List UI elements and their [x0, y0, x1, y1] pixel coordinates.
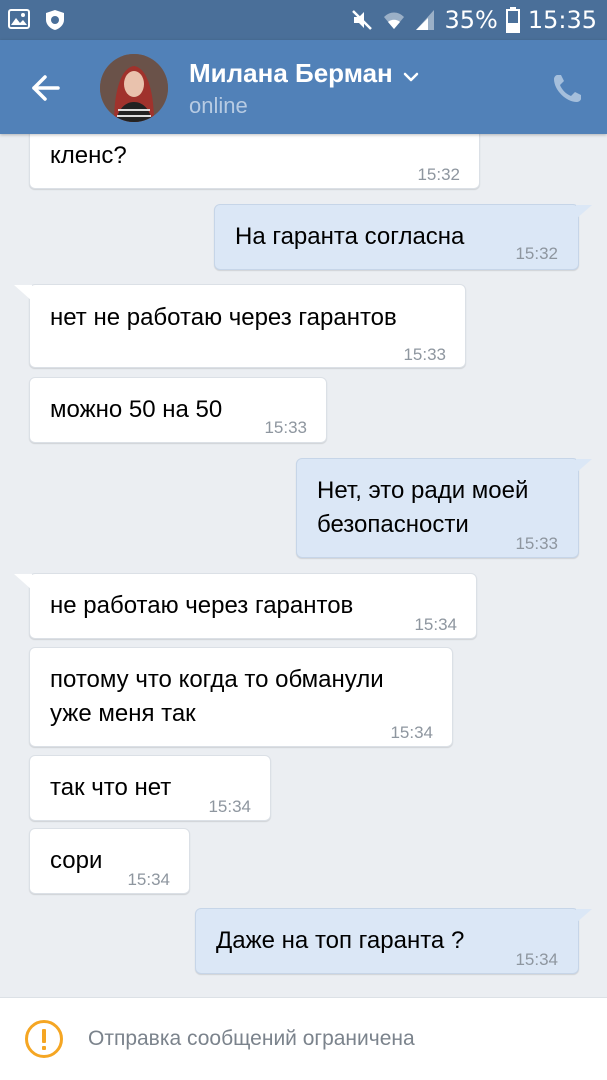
contact-name[interactable]: Милана Берман [189, 58, 393, 89]
battery-percent: 35% [444, 6, 498, 34]
message-text: нет не работаю через гарантов [50, 304, 397, 331]
message-outgoing[interactable]: Нет, это ради моей безопасности 15:33 [296, 458, 592, 558]
message-incoming[interactable]: можно 50 на 50 15:33 [29, 377, 327, 443]
back-button[interactable] [26, 68, 66, 108]
message-text: сори [50, 847, 103, 874]
message-incoming[interactable]: так что нет 15:34 [29, 755, 271, 821]
message-incoming[interactable]: кленс? 15:32 [29, 134, 480, 189]
message-incoming[interactable]: потому что когда то обманули уже меня та… [29, 647, 453, 747]
message-incoming[interactable]: не работаю через гарантов 15:34 [14, 573, 477, 639]
message-time: 15:33 [264, 418, 307, 437]
message-text: Нет, это ради моей безопасности [317, 477, 529, 538]
avatar[interactable] [100, 54, 168, 122]
battery-icon [505, 7, 520, 33]
message-time: 15:32 [515, 244, 558, 263]
bubble-tail [14, 574, 32, 590]
call-button[interactable] [548, 68, 588, 108]
phone-icon [548, 75, 588, 112]
message-incoming[interactable]: сори 15:34 [29, 828, 190, 894]
bubble-tail [576, 459, 592, 473]
message-text: На гаранта согласна [235, 223, 465, 250]
message-time: 15:34 [390, 723, 433, 742]
message-time: 15:34 [208, 797, 251, 816]
status-bar: 35% 15:35 [0, 0, 607, 40]
message-time: 15:34 [414, 615, 457, 634]
wifi-icon [382, 9, 406, 31]
message-text: так что нет [50, 774, 172, 801]
bubble-tail [576, 909, 592, 923]
gallery-icon [8, 9, 30, 31]
message-text: кленс? [50, 142, 127, 169]
message-outgoing[interactable]: Даже на топ гаранта ? 15:34 [195, 908, 592, 974]
mute-icon [350, 8, 374, 32]
messaging-restricted-bar: Отправка сообщений ограничена [0, 997, 607, 1080]
bubble-tail [14, 285, 32, 301]
message-outgoing[interactable]: На гаранта согласна 15:32 [214, 204, 592, 270]
chevron-down-icon[interactable] [402, 70, 420, 88]
restricted-notice: Отправка сообщений ограничена [88, 1027, 415, 1050]
contact-status: online [189, 93, 248, 118]
back-arrow-icon [26, 75, 66, 112]
message-incoming[interactable]: нет не работаю через гарантов 15:33 [14, 284, 466, 368]
message-time: 15:33 [403, 345, 446, 364]
signal-icon [414, 8, 436, 32]
message-time: 15:33 [515, 534, 558, 553]
message-text: можно 50 на 50 [50, 396, 223, 423]
message-time: 15:34 [127, 870, 170, 889]
clock: 15:35 [527, 6, 597, 34]
message-text: не работаю через гарантов [50, 592, 354, 619]
shield-notification-icon [44, 9, 66, 31]
bubble-tail [576, 205, 592, 219]
message-time: 15:32 [417, 165, 460, 184]
message-list[interactable]: кленс? 15:32 На гаранта согласна 15:32 н… [0, 134, 607, 996]
message-time: 15:34 [515, 950, 558, 969]
message-text: потому что когда то обманули уже меня та… [50, 666, 384, 727]
chat-header: Милана Берман online [0, 40, 607, 134]
message-text: Даже на топ гаранта ? [216, 927, 465, 954]
warning-icon [25, 1020, 63, 1058]
